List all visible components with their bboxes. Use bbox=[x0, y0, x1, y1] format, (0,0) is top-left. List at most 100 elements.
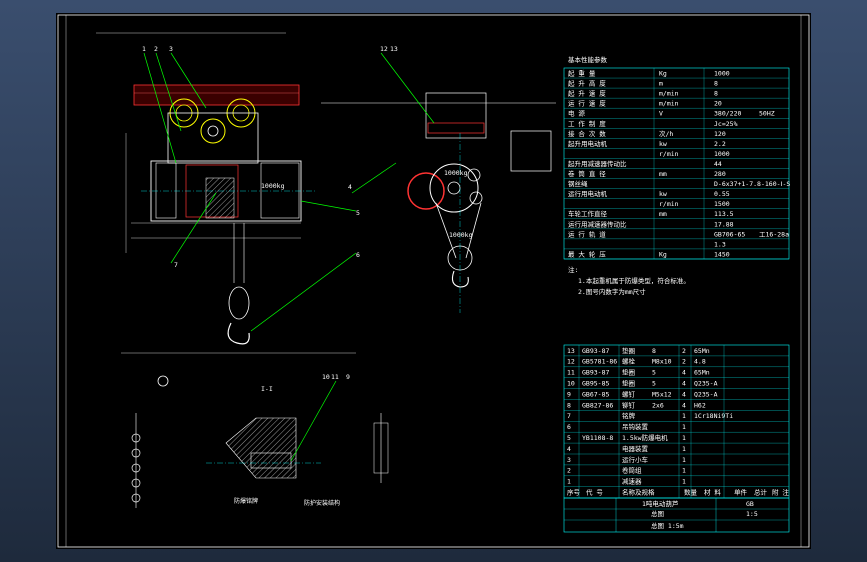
bom-cell: 9 bbox=[567, 390, 571, 398]
sheet-info: 总图 1:5m bbox=[651, 521, 684, 530]
bom-cell: 2 bbox=[567, 467, 571, 475]
bom-cell: 11 bbox=[567, 369, 575, 377]
spec-cell: 起 重 量 bbox=[568, 70, 596, 78]
spec-cell: 电 源 bbox=[568, 109, 585, 118]
bom-cell: 8 bbox=[652, 347, 656, 355]
bom-header-cell: 总计 bbox=[754, 488, 768, 497]
drawing-name: 1吨电动葫芦 bbox=[642, 499, 679, 508]
spec-cell: 1000 bbox=[714, 70, 730, 78]
spec-cell: 卷 筒 直 径 bbox=[568, 169, 606, 178]
bom-cell: 运行小车 bbox=[622, 455, 649, 464]
bom-cell: M8x10 bbox=[652, 358, 672, 366]
spec-cell: 50HZ bbox=[759, 110, 775, 118]
bom-cell: 65Mn bbox=[694, 347, 710, 355]
bom-cell: 垫圈 bbox=[622, 346, 635, 355]
bom-cell: 铆钉 bbox=[622, 400, 636, 409]
bom-cell: 1 bbox=[682, 423, 686, 431]
spec-cell: 运行用电动机 bbox=[568, 189, 608, 198]
bom-cell: 铭牌 bbox=[622, 411, 636, 420]
bom-table: 13 GB93-87 垫圈 8 2 65Mn12 GB5781-86 螺栓 M8x10 2 4.81… bbox=[563, 344, 789, 499]
capacity-label-side-top: 1000kg bbox=[444, 169, 468, 177]
spec-cell: kw bbox=[659, 140, 667, 148]
bom-header-cell: 材 料 bbox=[704, 488, 721, 497]
spec-cell: GB706-65 bbox=[714, 230, 745, 238]
svg-text:注:: 注: bbox=[568, 265, 578, 274]
spec-cell: mm bbox=[659, 210, 667, 218]
spec-cell: 20 bbox=[714, 100, 722, 108]
cad-viewer-background: 1000kg 1 2 3 7 5 6 1000kg 1000kg 12 13 4… bbox=[0, 0, 867, 562]
bom-cell: 卷筒组 bbox=[622, 466, 642, 475]
title-block: 1吨电动葫芦 总图 总图 1:5m GB 1:5 bbox=[563, 497, 790, 533]
bom-cell: 1 bbox=[682, 456, 686, 464]
drawing-sheet[interactable]: 1000kg 1 2 3 7 5 6 1000kg 1000kg 12 13 4… bbox=[56, 13, 811, 549]
capacity-label-side-bottom: 1000kg bbox=[449, 231, 473, 239]
hoist-front-view: 1000kg 1 2 3 7 5 6 bbox=[121, 45, 360, 387]
spec-cell: 113.5 bbox=[714, 210, 734, 218]
spec-cell: r/min bbox=[659, 200, 679, 208]
bom-cell: 3 bbox=[567, 456, 571, 464]
spec-cell: 8 bbox=[714, 80, 718, 88]
bom-cell: 1.5kw防爆电机 bbox=[622, 433, 668, 442]
spec-cell: kw bbox=[659, 190, 667, 198]
bom-cell: 8 bbox=[567, 401, 571, 409]
spec-cell: 工16-28a bbox=[759, 230, 789, 238]
svg-text:11: 11 bbox=[331, 373, 339, 381]
bom-cell: 1 bbox=[682, 412, 686, 420]
spec-cell: 接 合 次 数 bbox=[568, 129, 606, 138]
spec-cell: Kg bbox=[659, 250, 667, 258]
bom-cell: GB93-87 bbox=[582, 347, 609, 355]
capacity-label-main: 1000kg bbox=[261, 182, 285, 190]
bom-header-cell: 单件 bbox=[734, 488, 748, 497]
bom-cell: 1 bbox=[567, 478, 571, 486]
bom-cell: 2x6 bbox=[652, 401, 664, 409]
chain-note: 防护安装结构 bbox=[304, 499, 340, 507]
svg-text:1: 1 bbox=[142, 45, 146, 53]
note-2: 2.图号内数字为mm尺寸 bbox=[578, 287, 646, 296]
spec-table: 基本性能参数 起 重 量 Kg 1000 起 升 高 度 m 8 起 升 速 度 m/min 8… bbox=[563, 55, 790, 260]
bom-cell: 电器装置 bbox=[622, 444, 649, 453]
nameplate-note: 防爆铭牌 bbox=[234, 497, 258, 505]
spec-cell: m bbox=[659, 80, 663, 88]
spec-cell: 2.2 bbox=[714, 140, 726, 148]
svg-text:3: 3 bbox=[169, 45, 173, 53]
bom-cell: 4 bbox=[682, 390, 686, 398]
scale: 1:5 bbox=[746, 510, 758, 518]
bom-cell: 螺钉 bbox=[622, 389, 636, 398]
bom-cell: 1 bbox=[682, 467, 686, 475]
spec-cell: 工 作 制 度 bbox=[568, 119, 606, 128]
bom-cell: 12 bbox=[567, 358, 575, 366]
bom-cell: GB827-86 bbox=[582, 401, 613, 409]
spec-cell: Jc=25% bbox=[714, 120, 738, 128]
bom-cell: 10 bbox=[567, 380, 575, 388]
spec-cell: r/min bbox=[659, 150, 679, 158]
bom-cell: 1 bbox=[682, 445, 686, 453]
bom-cell: 4 bbox=[682, 401, 686, 409]
spec-cell: mm bbox=[659, 170, 667, 178]
bom-header-cell: 数量 bbox=[684, 488, 698, 497]
spec-cell: 0.55 bbox=[714, 190, 730, 198]
bom-cell: 5 bbox=[652, 380, 656, 388]
spec-cell: 车轮工作直径 bbox=[568, 209, 608, 218]
spec-cell: 120 bbox=[714, 130, 726, 138]
bom-header-cell: 附 注 bbox=[772, 488, 789, 497]
bom-cell: 5 bbox=[567, 434, 571, 442]
bom-cell: 1 bbox=[682, 434, 686, 442]
svg-text:9: 9 bbox=[346, 373, 350, 381]
bom-cell: 1 bbox=[682, 478, 686, 486]
spec-cell: 280 bbox=[714, 170, 726, 178]
spec-cell: 运行用减速器传动比 bbox=[568, 219, 627, 228]
bom-cell: 2 bbox=[682, 347, 686, 355]
spec-cell: 起 升 高 度 bbox=[568, 79, 606, 88]
spec-cell: V bbox=[659, 110, 663, 118]
bom-cell: 1Cr18Ni9Ti bbox=[694, 412, 733, 420]
bom-cell: Q235-A bbox=[694, 390, 718, 398]
spec-title: 基本性能参数 bbox=[568, 55, 608, 64]
svg-text:7: 7 bbox=[174, 261, 178, 269]
spec-cell: 运 行 轨 道 bbox=[568, 229, 606, 238]
spec-cell: 1450 bbox=[714, 250, 730, 258]
bom-cell: 5 bbox=[652, 369, 656, 377]
spec-cell: 钢丝绳 bbox=[568, 179, 588, 188]
section-label: I-I bbox=[261, 385, 273, 393]
bom-cell: 螺栓 bbox=[622, 357, 636, 366]
bom-cell: 4 bbox=[567, 445, 571, 453]
